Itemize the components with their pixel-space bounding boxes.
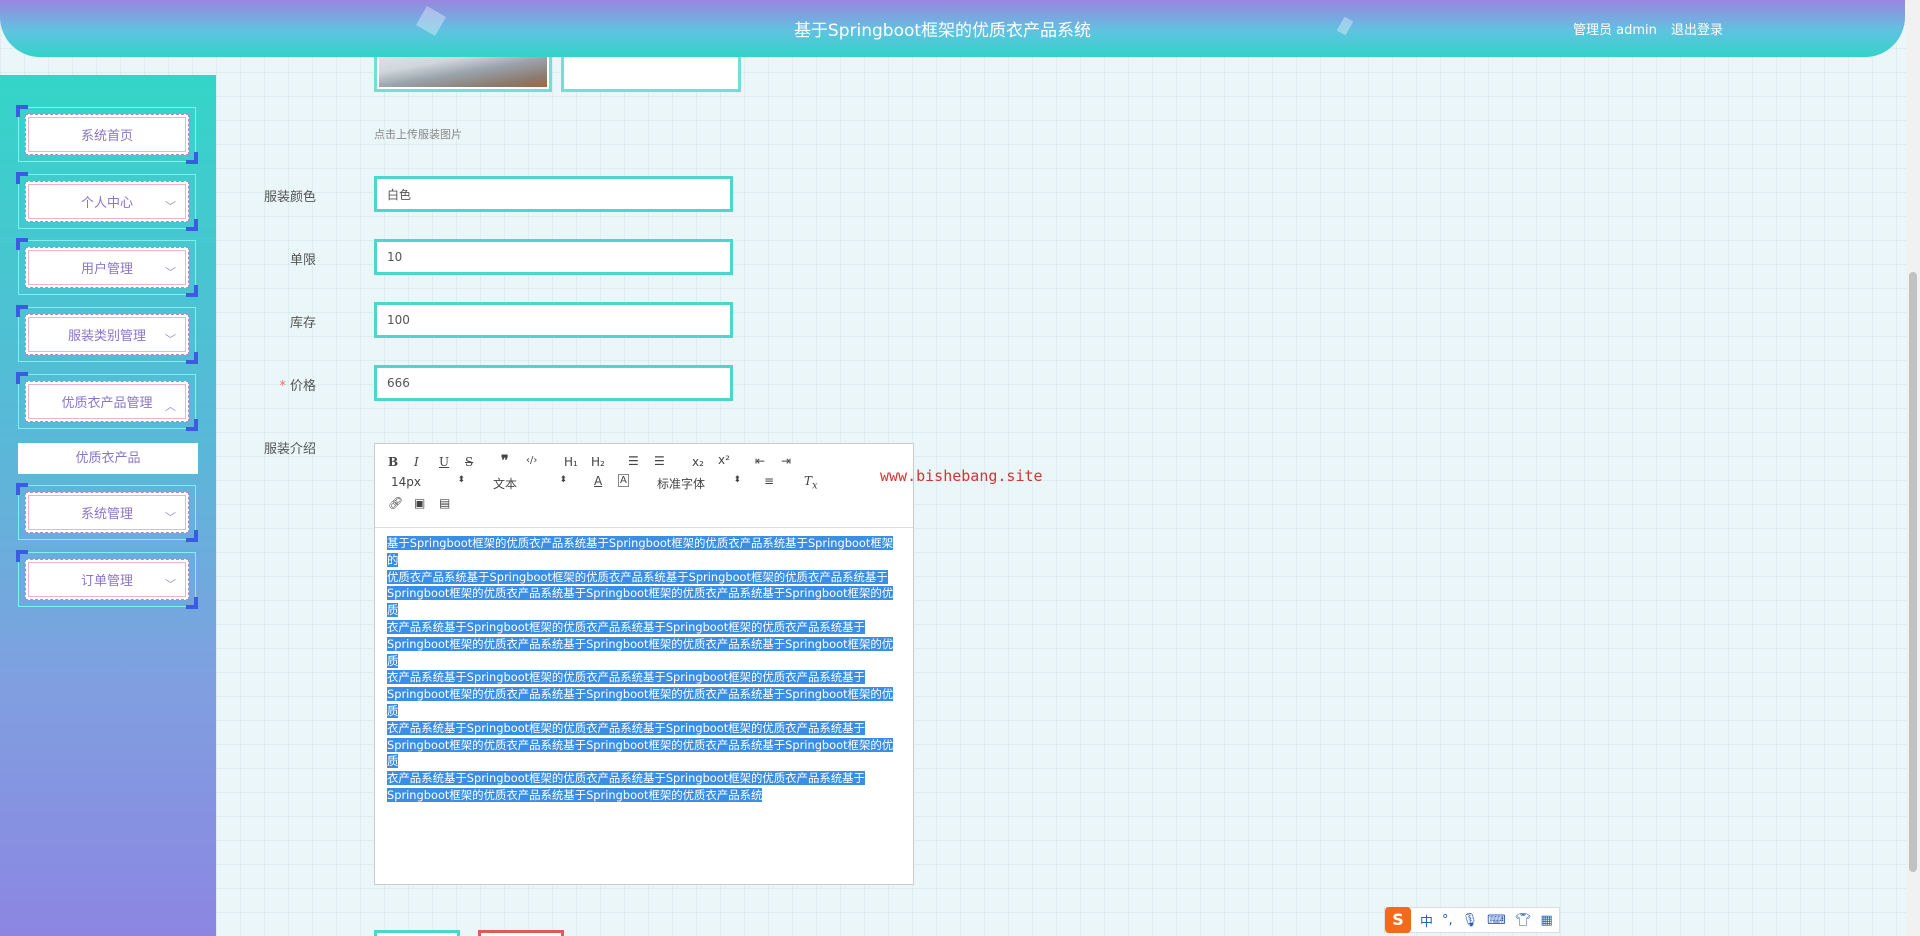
quote-icon[interactable]: ❞	[501, 453, 509, 469]
sidebar-item-system-management[interactable]: 系统管理 ﹀	[16, 483, 198, 542]
content-line: Springboot框架的优质衣产品系统基于Springboot框架的优质衣产品…	[387, 636, 894, 668]
underline-icon[interactable]: U	[439, 455, 449, 469]
image-icon[interactable]: ▣	[414, 496, 425, 510]
content-line: Springboot框架的优质衣产品系统基于Springboot框架的优质衣产品…	[387, 787, 763, 802]
ime-mode[interactable]: 中	[1420, 911, 1433, 930]
italic-icon[interactable]: I	[414, 455, 419, 469]
chevron-down-icon: ﹀	[165, 200, 176, 213]
skin-icon[interactable]: 👕︎	[1515, 913, 1532, 928]
clear-format-icon[interactable]: Tx	[804, 474, 818, 491]
rich-text-editor: B I U S ❞ ‹/› H₁ H₂ ☰ ☰ x₂ x² ⇤ ⇥ 14px ⬍ …	[374, 443, 914, 885]
font-family-select[interactable]: 标准字体 ⬍	[657, 475, 741, 492]
logout-link[interactable]: 退出登录	[1671, 23, 1723, 38]
sidebar-subitem-products[interactable]: 优质衣产品	[18, 443, 198, 474]
keyboard-icon[interactable]: ⌨︎	[1487, 913, 1506, 928]
chevron-down-icon: ﹀	[165, 266, 176, 279]
sidebar-item-label: 系统首页	[80, 129, 133, 144]
link-icon[interactable]: 🔗︎	[388, 496, 403, 510]
font-size-select[interactable]: 14px ⬍	[391, 475, 465, 489]
required-mark: *	[279, 379, 286, 394]
stock-label: 库存	[289, 316, 316, 331]
content-line: Springboot框架的优质衣产品系统基于Springboot框架的优质衣产品…	[387, 737, 894, 769]
ime-toolbar: S 中 °, 🎙︎ ⌨︎ 👕︎ ▦	[1384, 907, 1560, 933]
editor-toolbar: B I U S ❞ ‹/› H₁ H₂ ☰ ☰ x₂ x² ⇤ ⇥ 14px ⬍ …	[375, 444, 913, 528]
sidebar-item-order-management[interactable]: 订单管理 ﹀	[16, 550, 198, 609]
subscript-icon[interactable]: x₂	[692, 455, 704, 469]
page-scrollbar[interactable]	[1906, 0, 1920, 936]
scroll-thumb[interactable]	[1909, 272, 1917, 872]
limit-input[interactable]	[374, 239, 733, 275]
admin-label: 管理员 admin	[1572, 23, 1657, 38]
bold-icon[interactable]: B	[388, 455, 398, 469]
chevron-down-icon: ﹀	[165, 511, 176, 524]
color-input[interactable]	[374, 176, 733, 212]
top-header: 基于Springboot框架的优质衣产品系统 管理员 admin 退出登录	[0, 0, 1905, 57]
paragraph-select[interactable]: 文本 ⬍	[493, 475, 567, 492]
select-arrow-icon: ⬍	[457, 475, 465, 485]
sidebar-item-category-management[interactable]: 服装类别管理 ﹀	[16, 305, 198, 364]
ordered-list-icon[interactable]: ☰	[628, 454, 639, 468]
bullet-list-icon[interactable]: ☰	[654, 454, 665, 468]
sidebar-item-label: 用户管理	[80, 262, 133, 277]
content-line: Springboot框架的优质衣产品系统基于Springboot框架的优质衣产品…	[387, 687, 894, 718]
product-edit-form: 点击上传服装图片 服装颜色 单限 库存 *价格 服装介绍 B I U S ❞ ‹…	[216, 0, 1916, 936]
sidebar-item-label: 系统管理	[80, 507, 133, 522]
outdent-icon[interactable]: ⇤	[755, 454, 765, 468]
limit-label: 单限	[289, 253, 316, 268]
sidebar-item-product-management[interactable]: 优质衣产品管理 ︿	[16, 372, 198, 431]
font-size-value: 14px	[391, 475, 421, 489]
sidebar-item-label: 服装类别管理	[67, 329, 146, 344]
toolbox-icon[interactable]: ▦	[1540, 913, 1552, 928]
price-label-text: 价格	[289, 379, 316, 394]
sidebar: 系统首页 个人中心 ﹀ 用户管理 ﹀ 服装类别管理 ﹀ 优质衣产品管理 ︿ 优质衣产品 …	[0, 75, 216, 936]
background-color-icon[interactable]: A	[618, 474, 629, 487]
select-arrow-icon: ⬍	[559, 475, 567, 485]
color-label: 服装颜色	[263, 190, 316, 205]
content-line: 基于Springboot框架的优质衣产品系统基于Springboot框架的优质衣…	[387, 536, 894, 567]
video-icon[interactable]: ▤	[439, 496, 450, 510]
sidebar-item-label: 优质衣产品管理	[61, 396, 153, 411]
align-icon[interactable]: ≡	[764, 474, 774, 488]
sidebar-item-home[interactable]: 系统首页	[16, 105, 198, 164]
watermark-text: www.bishebang.site	[880, 467, 1043, 485]
heading1-icon[interactable]: H₁	[564, 455, 578, 469]
chevron-down-icon: ﹀	[165, 578, 176, 591]
chevron-down-icon: ﹀	[165, 333, 176, 346]
punctuation-icon[interactable]: °,	[1442, 913, 1453, 928]
indent-icon[interactable]: ⇥	[781, 454, 791, 468]
content-line: 衣产品系统基于Springboot框架的优质衣产品系统基于Springboot框…	[387, 720, 865, 735]
upload-hint: 点击上传服装图片	[374, 128, 462, 141]
code-icon[interactable]: ‹/›	[526, 455, 537, 466]
sidebar-item-label: 订单管理	[80, 574, 133, 589]
font-color-icon[interactable]: A	[594, 474, 602, 488]
content-line: 衣产品系统基于Springboot框架的优质衣产品系统基于Springboot框…	[387, 670, 865, 685]
price-label: * 价格	[216, 375, 316, 394]
content-line: 衣产品系统基于Springboot框架的优质衣产品系统基于Springboot框…	[387, 771, 865, 786]
header-user-area: 管理员 admin 退出登录	[1563, 19, 1723, 38]
submit-button[interactable]	[374, 930, 460, 936]
sidebar-item-personal-center[interactable]: 个人中心 ﹀	[16, 172, 198, 231]
chevron-up-icon: ︿	[165, 400, 176, 413]
heading2-icon[interactable]: H₂	[591, 455, 605, 469]
font-family-value: 标准字体	[657, 477, 706, 491]
editor-content[interactable]: 基于Springboot框架的优质衣产品系统基于Springboot框架的优质衣…	[387, 535, 903, 804]
paragraph-value: 文本	[493, 477, 518, 491]
content-line: 优质衣产品系统基于Springboot框架的优质衣产品系统基于Springboo…	[387, 569, 888, 584]
sidebar-item-label: 个人中心	[80, 196, 133, 211]
content-line: 衣产品系统基于Springboot框架的优质衣产品系统基于Springboot框…	[387, 619, 865, 634]
intro-label: 服装介绍	[263, 442, 316, 457]
superscript-icon[interactable]: x²	[718, 453, 730, 467]
stock-input[interactable]	[374, 302, 733, 338]
sidebar-item-user-management[interactable]: 用户管理 ﹀	[16, 238, 198, 297]
sogou-logo-icon[interactable]: S	[1385, 907, 1411, 933]
strike-icon[interactable]: S	[465, 455, 473, 469]
microphone-icon[interactable]: 🎙︎	[1462, 913, 1479, 928]
price-input[interactable]	[374, 365, 733, 401]
select-arrow-icon: ⬍	[733, 475, 741, 485]
content-line: Springboot框架的优质衣产品系统基于Springboot框架的优质衣产品…	[387, 586, 894, 618]
cancel-button[interactable]	[478, 930, 564, 936]
